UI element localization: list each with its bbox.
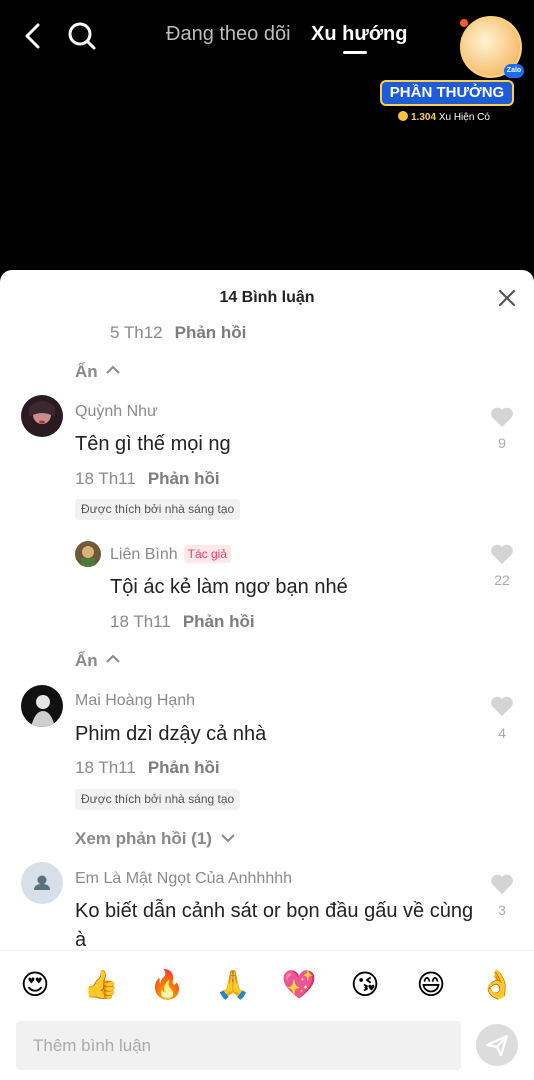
chevron-up-icon (106, 654, 121, 663)
comment-text: Ko biết dẫn cảnh sát or bọn đầu gấu về c… (75, 900, 474, 951)
comment-author[interactable]: Mai Hoàng Hạnh (75, 692, 195, 710)
comment-input-wrapper[interactable] (16, 1021, 461, 1070)
hide-label: Ẩn (75, 651, 98, 670)
chevron-down-icon (220, 834, 235, 843)
coins-value: 1.304 (411, 112, 437, 123)
emoji-thumbs-up-button[interactable]: 👍 (81, 965, 121, 1005)
heart-icon[interactable] (490, 873, 514, 895)
comment-composer: 😍 👍 🔥 🙏 💖 😘 😄 👌 (0, 950, 534, 1080)
search-icon[interactable] (66, 20, 98, 52)
emoji-pray-button[interactable]: 🙏 (213, 965, 253, 1005)
comment-date: 5 Th12 (110, 323, 163, 342)
reward-coins: 1.304 Xu Hiện Có (398, 111, 490, 123)
avatar[interactable] (21, 685, 63, 727)
comment-meta: 18 Th11 Phản hồi (110, 612, 255, 632)
avatar[interactable] (75, 541, 101, 567)
reward-label[interactable]: PHẦN THƯỞNG (380, 80, 514, 106)
view-replies-label: Xem phản hồi (1) (75, 829, 212, 848)
like-count: 22 (494, 572, 510, 588)
comment-author[interactable]: Liên Bình Tác giả (110, 545, 231, 564)
reply-button[interactable]: Phản hồi (175, 323, 247, 342)
emoji-heart-eyes-button[interactable]: 😍 (15, 965, 55, 1005)
like-count: 3 (498, 902, 506, 918)
avatar[interactable] (21, 395, 63, 437)
liked-by-creator-badge: Được thích bởi nhà sáng tạo (75, 499, 241, 520)
default-user-icon (34, 875, 50, 890)
emoji-kiss-button[interactable]: 😘 (345, 965, 385, 1005)
liked-by-creator-badge: Được thích bởi nhà sáng tạo (75, 789, 241, 810)
heart-icon[interactable] (490, 406, 514, 428)
comment-meta: 18 Th11 Phản hồi (75, 469, 220, 489)
comment-text: Tội ác kẻ làm ngơ bạn nhé (110, 576, 348, 598)
comments-title: 14 Bình luận (219, 289, 315, 306)
comment-input[interactable] (16, 1021, 461, 1070)
reply-button[interactable]: Phản hồi (148, 758, 220, 777)
prev-reply-meta: 5 Th12 Phản hồi (110, 323, 246, 343)
avatar-lien-binh-icon (75, 541, 101, 567)
coin-icon (398, 111, 408, 121)
zalo-badge: Zalo (504, 64, 524, 78)
author-tag: Tác giả (183, 545, 231, 563)
send-button[interactable] (476, 1024, 518, 1066)
like-count: 4 (498, 725, 506, 741)
heart-icon[interactable] (490, 695, 514, 717)
comment-text: Phim dzì dzậy cả nhà (75, 723, 267, 745)
comment-date: 18 Th11 (75, 469, 136, 488)
tab-active-indicator (343, 51, 367, 54)
comment-author[interactable]: Em Là Mật Ngọt Của Anhhhhh (75, 870, 292, 888)
emoji-fire-button[interactable]: 🔥 (147, 965, 187, 1005)
view-replies-button[interactable]: Xem phản hồi (1) (75, 829, 235, 849)
avatar[interactable] (21, 862, 63, 904)
coins-suffix: Xu Hiện Có (438, 112, 490, 123)
avatar-mai-hoang-hanh-icon (21, 685, 63, 727)
comment-date: 18 Th11 (75, 758, 136, 777)
comment-text: Tên gì thế mọi ng (75, 433, 231, 455)
notification-dot (460, 19, 468, 27)
emoji-smile-button[interactable]: 😄 (411, 965, 451, 1005)
back-arrow-icon[interactable] (20, 20, 48, 52)
emoji-ok-hand-button[interactable]: 👌 (477, 965, 517, 1005)
send-icon (485, 1034, 509, 1057)
hide-replies-button[interactable]: Ẩn (75, 651, 121, 671)
comment-author[interactable]: Quỳnh Như (75, 403, 158, 421)
reply-button[interactable]: Phản hồi (148, 469, 220, 488)
comment-date: 18 Th11 (110, 612, 171, 631)
close-icon[interactable] (497, 288, 517, 308)
reply-button[interactable]: Phản hồi (183, 612, 255, 631)
reward-widget[interactable]: Zalo PHẦN THƯỞNG 1.304 Xu Hiện Có (376, 14, 526, 126)
heart-icon[interactable] (490, 543, 514, 565)
hide-replies-button[interactable]: Ẩn (75, 362, 121, 382)
tab-following[interactable]: Đang theo dõi (166, 23, 291, 46)
avatar-quynh-nhu-icon (21, 395, 63, 437)
video-area[interactable]: Đang theo dõi Xu hướng Zalo PHẦN THƯỞNG … (0, 0, 534, 270)
emoji-sparkling-heart-button[interactable]: 💖 (279, 965, 319, 1005)
comment-meta: 18 Th11 Phản hồi (75, 758, 220, 778)
chevron-up-icon (106, 365, 121, 374)
author-name: Liên Bình (110, 546, 178, 563)
like-count: 9 (498, 435, 506, 451)
hide-label: Ẩn (75, 362, 98, 381)
